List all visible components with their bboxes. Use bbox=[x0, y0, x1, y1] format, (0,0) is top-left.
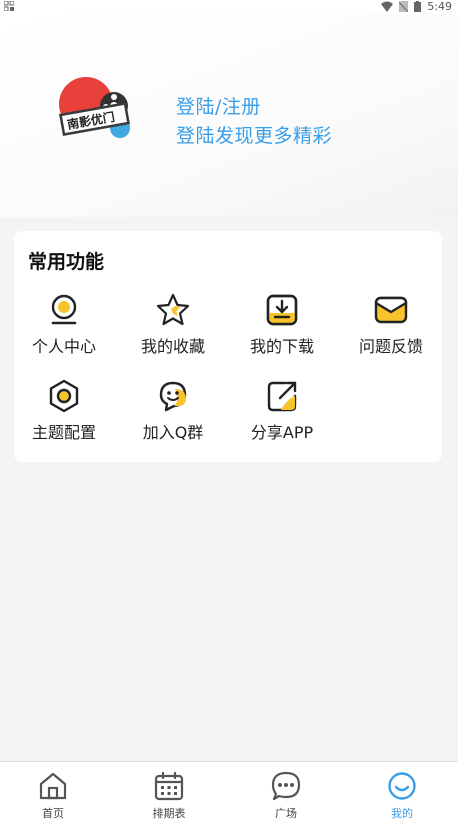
qq-icon bbox=[159, 381, 187, 412]
function-label: 我的下载 bbox=[249, 337, 314, 356]
function-label: 我的收藏 bbox=[140, 337, 205, 356]
calendar-icon bbox=[154, 771, 184, 801]
function-item-feedback[interactable]: 问题反馈 bbox=[337, 293, 445, 363]
profile-header: 南影优门 登陆/注册 登陆发现更多精彩 bbox=[0, 14, 458, 217]
function-label: 个人中心 bbox=[31, 337, 96, 356]
no-sim-icon bbox=[399, 1, 409, 12]
tab-home[interactable]: 首页 bbox=[0, 762, 110, 820]
battery-icon bbox=[414, 1, 422, 12]
star-icon bbox=[156, 293, 190, 326]
wifi-icon bbox=[381, 1, 394, 12]
function-item-theme[interactable]: 主题配置 bbox=[10, 379, 118, 449]
home-icon bbox=[39, 772, 67, 800]
theme-icon bbox=[49, 379, 79, 413]
tab-label: 我的 bbox=[391, 807, 413, 820]
function-item-share-app[interactable]: 分享APP bbox=[228, 379, 336, 449]
function-label: 主题配置 bbox=[31, 423, 96, 442]
tab-mine[interactable]: 我的 bbox=[345, 762, 458, 820]
notification-icon bbox=[3, 0, 15, 14]
tab-label: 首页 bbox=[42, 807, 64, 820]
tab-label: 广场 bbox=[275, 807, 297, 820]
function-item-downloads[interactable]: 我的下载 bbox=[228, 293, 336, 363]
tab-square[interactable]: 广场 bbox=[229, 762, 343, 820]
bottom-tab-bar: 首页 排期表 广场 我的 bbox=[0, 761, 458, 820]
status-bar: 5:49 bbox=[0, 0, 458, 14]
mail-icon bbox=[374, 296, 408, 324]
function-item-favorites[interactable]: 我的收藏 bbox=[119, 293, 227, 363]
common-functions-card: 常用功能 个人中心 我的收藏 我的下载 问题反馈 主题配置 加入Q群 分享APP bbox=[14, 231, 442, 462]
card-title: 常用功能 bbox=[28, 251, 105, 273]
tab-label: 排期表 bbox=[152, 807, 186, 820]
function-label: 分享APP bbox=[250, 423, 314, 442]
chat-bubble-icon bbox=[271, 771, 301, 801]
tab-schedule[interactable]: 排期表 bbox=[112, 762, 226, 820]
function-item-personal-center[interactable]: 个人中心 bbox=[10, 293, 118, 363]
download-icon bbox=[266, 294, 298, 326]
login-subtitle[interactable]: 登陆发现更多精彩 bbox=[176, 121, 332, 148]
share-icon bbox=[267, 381, 297, 412]
user-center-icon bbox=[51, 294, 77, 325]
login-register-link[interactable]: 登陆/注册 bbox=[176, 92, 261, 119]
app-logo-avatar[interactable]: 南影优门 bbox=[56, 76, 138, 144]
function-label: 问题反馈 bbox=[358, 337, 423, 356]
function-item-join-qq-group[interactable]: 加入Q群 bbox=[119, 379, 227, 449]
function-label: 加入Q群 bbox=[142, 423, 204, 442]
status-time: 5:49 bbox=[427, 0, 452, 13]
smile-icon bbox=[388, 772, 416, 800]
